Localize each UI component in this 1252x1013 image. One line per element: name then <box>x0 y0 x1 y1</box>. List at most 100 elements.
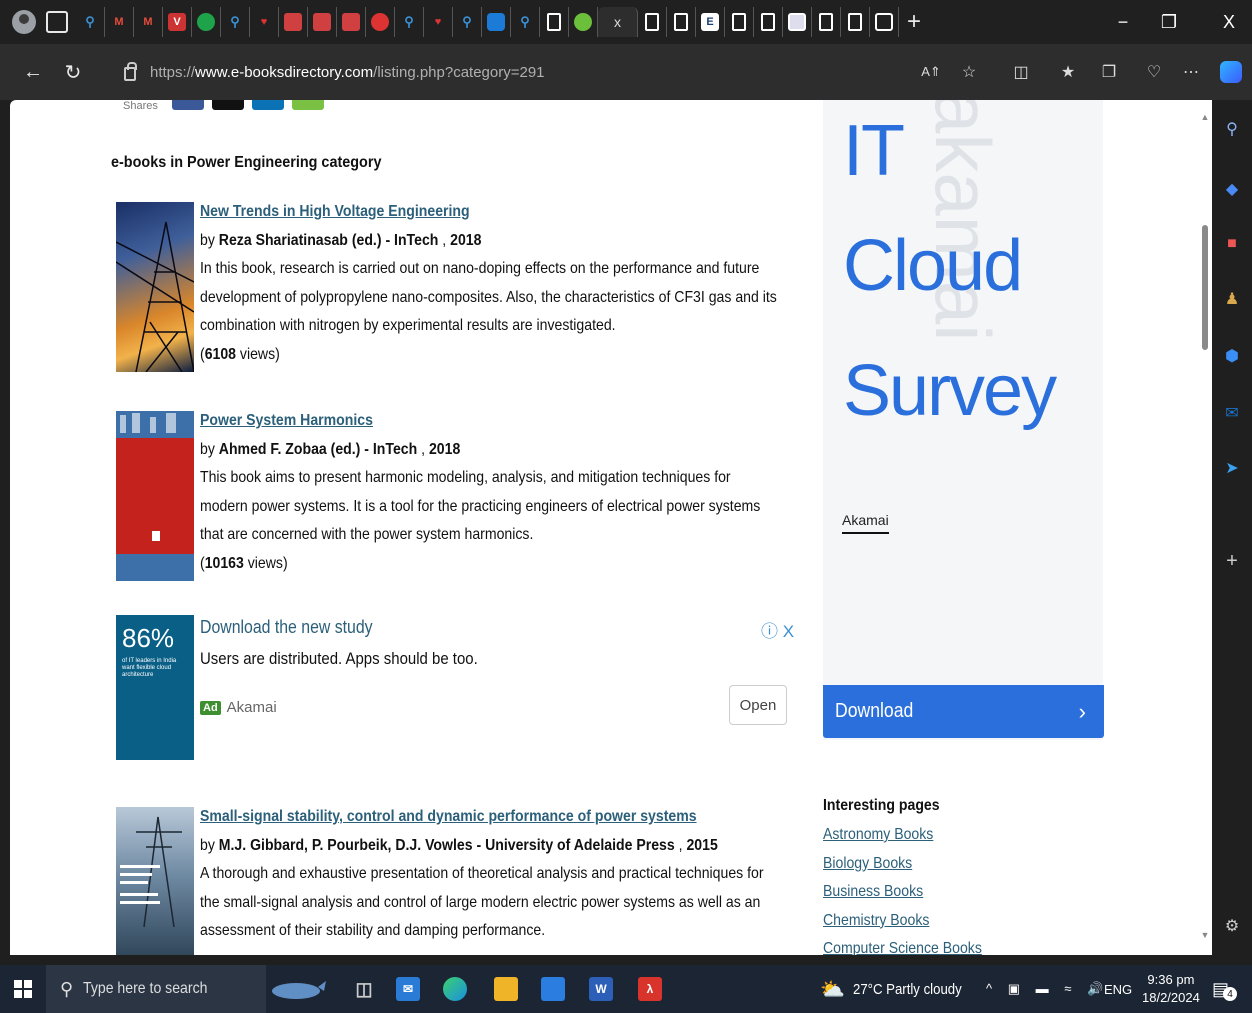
tab-gmail-2[interactable]: M <box>134 7 163 37</box>
scroll-up-arrow[interactable]: ▲ <box>1200 112 1210 122</box>
side-ad-banner[interactable]: akamai IT Cloud Survey Akamai <box>823 100 1103 740</box>
lock-icon[interactable] <box>124 62 137 81</box>
more-menu-icon[interactable]: ⋯ <box>1180 61 1202 83</box>
close-window-button[interactable]: X <box>1206 0 1252 44</box>
tab-vivaldi[interactable]: V <box>163 7 192 37</box>
tab-search-5[interactable]: ⚲ <box>511 7 540 37</box>
tab-grid[interactable] <box>783 7 812 37</box>
vertical-scrollbar[interactable]: ▲ ▼ <box>1198 100 1212 955</box>
ad-image[interactable]: 86% of IT leaders in India want flexible… <box>116 615 194 760</box>
book-cover[interactable] <box>116 202 194 372</box>
tab-heart[interactable]: ♥ <box>250 7 279 37</box>
search-icon[interactable]: ⚲ <box>1221 118 1243 140</box>
mail-icon[interactable]: ✉ <box>396 977 420 1001</box>
book-cover[interactable] <box>116 807 194 955</box>
profile-avatar[interactable] <box>12 10 36 34</box>
x-share-button[interactable] <box>211 100 244 110</box>
tab-e[interactable]: E <box>696 7 725 37</box>
edge-browser-icon[interactable] <box>443 977 467 1001</box>
tab-doc-6[interactable] <box>812 7 841 37</box>
notifications-button[interactable]: ▤ 4 <box>1212 965 1238 1013</box>
task-view-icon[interactable]: ◫ <box>352 977 376 1001</box>
tab-green[interactable] <box>192 7 221 37</box>
tab-pdf-3[interactable] <box>337 7 366 37</box>
tag-icon[interactable]: ◆ <box>1221 178 1243 200</box>
file-explorer-icon[interactable] <box>494 977 518 1001</box>
url-text[interactable]: https://www.e-booksdirectory.com/listing… <box>150 64 545 81</box>
word-icon[interactable]: W <box>589 977 613 1001</box>
tab-clock[interactable] <box>366 7 395 37</box>
copilot-icon[interactable] <box>1220 61 1242 83</box>
acrobat-icon[interactable]: λ <box>638 977 662 1001</box>
back-arrow-icon[interactable]: ← <box>18 57 48 87</box>
download-button[interactable]: Download › <box>823 685 1104 738</box>
minimize-button[interactable]: − <box>1100 0 1146 44</box>
tab-doc-4[interactable] <box>725 7 754 37</box>
add-icon[interactable]: + <box>1221 550 1243 572</box>
tab-active[interactable]: x <box>598 7 638 37</box>
system-tray-icons[interactable]: ^ ▣ ▬ ≈ 🔊 <box>986 965 1109 1013</box>
health-icon[interactable]: ♡ <box>1143 61 1165 83</box>
tab-card[interactable] <box>870 7 899 37</box>
restore-button[interactable]: ❐ <box>1146 0 1192 44</box>
ad-open-button[interactable]: Open <box>729 685 787 725</box>
tab-gmail[interactable]: M <box>105 7 134 37</box>
tab-actions-icon[interactable] <box>46 11 68 33</box>
collections-icon[interactable]: ❐ <box>1098 61 1120 83</box>
games-icon[interactable]: ♟ <box>1221 288 1243 310</box>
language-indicator[interactable]: ENG <box>1104 965 1132 1013</box>
close-icon[interactable]: x <box>614 14 621 30</box>
tab-search-3[interactable]: ⚲ <box>395 7 424 37</box>
tab-pdf-2[interactable] <box>308 7 337 37</box>
address-bar[interactable]: https://www.e-booksdirectory.com/listing… <box>110 54 996 90</box>
tab-green-2[interactable] <box>569 7 598 37</box>
book-cover[interactable] <box>116 411 194 581</box>
book-title-link[interactable]: Power System Harmonics <box>200 407 373 436</box>
refresh-icon[interactable]: ↻ <box>58 57 88 87</box>
taskbar-search[interactable]: ⚲ Type here to search <box>46 965 266 1013</box>
ad-title-link[interactable]: Download the new study <box>200 617 396 638</box>
linkedin-share-button[interactable] <box>251 100 284 110</box>
whale-widget-icon[interactable] <box>268 977 328 1001</box>
favorite-star-icon[interactable]: ☆ <box>958 61 980 83</box>
tab-doc-3[interactable] <box>667 7 696 37</box>
tab-doc[interactable] <box>540 7 569 37</box>
tab-search-2[interactable]: ⚲ <box>221 7 250 37</box>
tab-pdf[interactable] <box>279 7 308 37</box>
interesting-link[interactable]: Computer Science Books <box>823 935 982 955</box>
share-button[interactable] <box>291 100 324 110</box>
interesting-link[interactable]: Chemistry Books <box>823 907 929 936</box>
interesting-link[interactable]: Biology Books <box>823 850 912 879</box>
scroll-thumb[interactable] <box>1202 225 1208 350</box>
tab-doc-7[interactable] <box>841 7 870 37</box>
tab-doc-5[interactable] <box>754 7 783 37</box>
copilot-app-icon[interactable]: ⬢ <box>1221 345 1243 367</box>
new-tab-button[interactable]: + <box>899 8 929 36</box>
card-icon <box>875 13 893 31</box>
book-title-link[interactable]: Small-signal stability, control and dyna… <box>200 803 697 832</box>
navigation-bar: ← ↻ https://www.e-booksdirectory.com/lis… <box>0 44 1252 100</box>
windows-start-button[interactable] <box>0 965 46 1013</box>
ad-info-close-icon[interactable]: ⓘ X <box>761 617 794 642</box>
store-icon[interactable] <box>541 977 565 1001</box>
settings-gear-icon[interactable]: ⚙ <box>1221 915 1243 937</box>
outlook-icon[interactable]: ✉ <box>1221 402 1243 424</box>
interesting-link[interactable]: Astronomy Books <box>823 821 933 850</box>
tab-heart-2[interactable]: ♥ <box>424 7 453 37</box>
read-aloud-icon[interactable]: A⇑ <box>920 61 942 83</box>
tab-search-4[interactable]: ⚲ <box>453 7 482 37</box>
book-views-count: 6108 <box>204 345 237 363</box>
toolbox-icon[interactable]: ■ <box>1221 233 1243 255</box>
split-screen-icon[interactable]: ◫ <box>1010 61 1032 83</box>
book-title-link[interactable]: New Trends in High Voltage Engineering <box>200 198 470 227</box>
tab-search[interactable]: ⚲ <box>76 7 105 37</box>
weather-widget[interactable]: ⛅ 27°C Partly cloudy <box>820 965 976 1013</box>
favorites-icon[interactable]: ★ <box>1057 61 1079 83</box>
tab-power[interactable] <box>482 7 511 37</box>
facebook-share-button[interactable] <box>171 100 204 110</box>
scroll-down-arrow[interactable]: ▼ <box>1200 930 1210 940</box>
clock[interactable]: 9:36 pm 18/2/2024 <box>1142 965 1200 1013</box>
telegram-icon[interactable]: ➤ <box>1221 457 1243 479</box>
interesting-link[interactable]: Business Books <box>823 878 923 907</box>
tab-doc-2[interactable] <box>638 7 667 37</box>
